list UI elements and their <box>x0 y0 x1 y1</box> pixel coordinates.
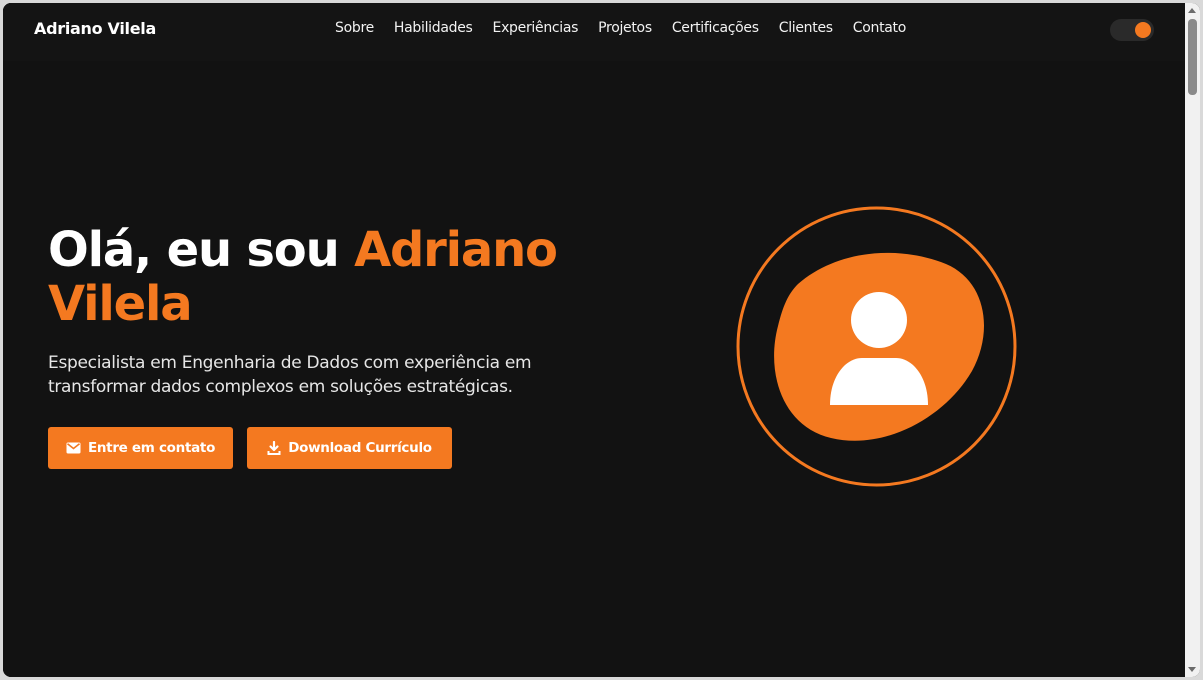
contact-button[interactable]: Entre em contato <box>48 427 233 469</box>
nav-link-habilidades[interactable]: Habilidades <box>394 20 473 36</box>
nav-links: Sobre Habilidades Experiências Projetos … <box>335 20 906 36</box>
profile-avatar <box>736 206 1017 487</box>
toggle-knob <box>1135 22 1151 38</box>
vertical-scrollbar[interactable] <box>1185 3 1200 677</box>
scroll-thumb[interactable] <box>1188 19 1197 95</box>
hero-subtitle: Especialista em Engenharia de Dados com … <box>48 353 532 397</box>
browser-window: Adriano Vilela Sobre Habilidades Experiê… <box>3 3 1200 677</box>
nav-link-sobre[interactable]: Sobre <box>335 20 374 36</box>
navbar: Adriano Vilela Sobre Habilidades Experiê… <box>3 3 1185 61</box>
nav-link-clientes[interactable]: Clientes <box>779 20 833 36</box>
hero-greeting: Olá, eu sou <box>48 222 355 278</box>
download-cv-label: Download Currículo <box>288 440 432 456</box>
download-cv-button[interactable]: Download Currículo <box>247 427 452 469</box>
download-icon <box>267 441 281 455</box>
page-viewport: Adriano Vilela Sobre Habilidades Experiê… <box>3 3 1185 677</box>
scroll-up-arrow-icon[interactable] <box>1188 8 1196 13</box>
nav-link-experiencias[interactable]: Experiências <box>493 20 579 36</box>
brand-logo[interactable]: Adriano Vilela <box>34 19 156 38</box>
nav-link-certificacoes[interactable]: Certificações <box>672 20 759 36</box>
nav-link-projetos[interactable]: Projetos <box>598 20 652 36</box>
contact-button-label: Entre em contato <box>87 440 216 456</box>
nav-link-contato[interactable]: Contato <box>853 20 907 36</box>
scroll-down-arrow-icon[interactable] <box>1188 667 1196 672</box>
envelope-icon <box>66 442 81 454</box>
hero-title: Olá, eu sou Adriano Vilela <box>48 223 648 331</box>
theme-toggle[interactable] <box>1110 19 1154 41</box>
